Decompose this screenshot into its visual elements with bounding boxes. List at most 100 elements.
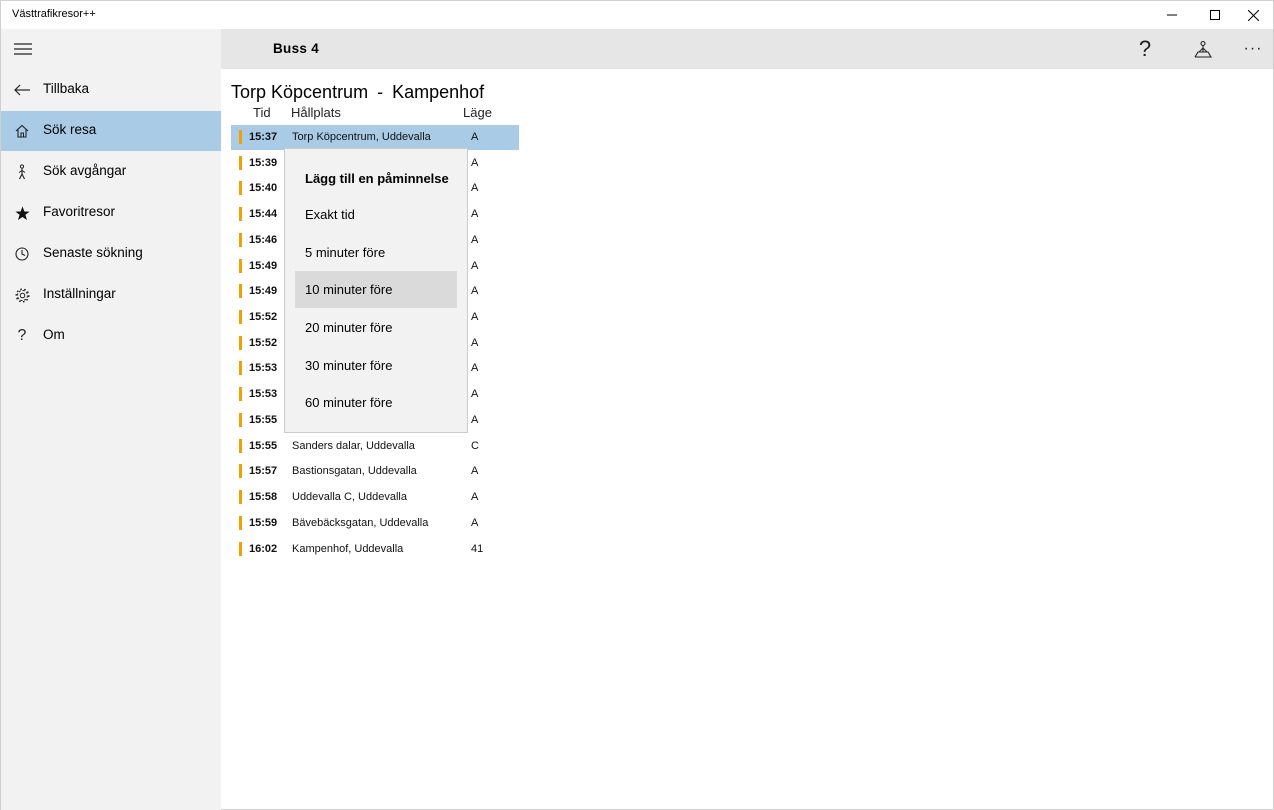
line-color-marker: [239, 130, 242, 144]
title-bar: Västtrafikresor++: [1, 1, 1273, 29]
sidebar-item-recent-search[interactable]: Senaste sökning: [1, 234, 221, 274]
app-window: Västtrafikresor++ Tillbaka Sök resa Sök …: [0, 0, 1274, 810]
sidebar-item-favorites[interactable]: Favoritresor: [1, 193, 221, 233]
row-time: 15:40: [249, 182, 278, 194]
table-row[interactable]: 16:02 Kampenhof, Uddevalla 41: [231, 537, 519, 562]
table-row[interactable]: 15:37 Torp Köpcentrum, Uddevalla A: [231, 125, 519, 150]
more-options-button[interactable]: ···: [1231, 29, 1274, 69]
row-position: A: [471, 285, 479, 297]
minimize-button[interactable]: [1149, 1, 1195, 29]
sidebar: Tillbaka Sök resa Sök avgångar Favoritre…: [1, 29, 221, 810]
row-position: A: [471, 337, 479, 349]
row-time: 15:58: [249, 491, 278, 503]
row-time: 15:37: [249, 131, 278, 143]
hamburger-menu-button[interactable]: [1, 29, 45, 69]
row-time: 15:46: [249, 234, 278, 246]
line-color-marker: [239, 259, 242, 273]
map-button[interactable]: [1181, 29, 1225, 69]
column-header-time: Tid: [253, 105, 271, 120]
row-position: A: [471, 157, 479, 169]
column-header-position: Läge: [463, 105, 492, 120]
row-stop: Sanders dalar, Uddevalla: [292, 440, 415, 452]
sidebar-item-label: Senaste sökning: [43, 245, 143, 260]
route-from: Torp Köpcentrum: [231, 82, 369, 102]
line-color-marker: [239, 310, 242, 324]
line-color-marker: [239, 413, 242, 427]
line-color-marker: [239, 207, 242, 221]
row-time: 15:49: [249, 260, 278, 272]
sidebar-item-label: Inställningar: [43, 286, 116, 301]
row-position: A: [471, 362, 479, 374]
row-position: A: [471, 414, 479, 426]
sidebar-item-back[interactable]: Tillbaka: [1, 70, 221, 110]
row-position: A: [471, 131, 479, 143]
row-position: A: [471, 388, 479, 400]
reminder-option-label: 60 minuter före: [305, 395, 393, 410]
row-time: 15:59: [249, 517, 278, 529]
line-color-marker: [239, 464, 242, 478]
help-button[interactable]: ?: [1123, 29, 1167, 69]
person-walking-icon: [12, 163, 32, 181]
minimize-icon: [1167, 14, 1177, 16]
clock-icon: [12, 245, 32, 263]
line-color-marker: [239, 361, 242, 375]
sidebar-item-label: Sök resa: [43, 122, 97, 137]
line-color-marker: [239, 156, 242, 170]
question-icon: ?: [1138, 36, 1152, 61]
row-time: 15:53: [249, 388, 278, 400]
line-color-marker: [239, 181, 242, 195]
reminder-option-20min[interactable]: 20 minuter före: [295, 309, 457, 346]
app-title: Västtrafikresor++: [12, 8, 96, 20]
row-stop: Bastionsgatan, Uddevalla: [292, 465, 417, 477]
page-title: Buss 4: [273, 41, 320, 56]
row-position: A: [471, 491, 479, 503]
reminder-option-exact[interactable]: Exakt tid: [295, 196, 457, 233]
reminder-option-label: 20 minuter före: [305, 320, 393, 335]
line-color-marker: [239, 490, 242, 504]
close-button[interactable]: [1230, 1, 1274, 29]
row-position: C: [471, 440, 479, 452]
row-time: 15:49: [249, 285, 278, 297]
sidebar-item-label: Om: [43, 327, 65, 342]
sidebar-item-settings[interactable]: Inställningar: [1, 275, 221, 315]
line-color-marker: [239, 336, 242, 350]
row-time: 15:55: [249, 414, 278, 426]
sidebar-item-label: Tillbaka: [43, 81, 90, 96]
home-icon: [12, 122, 32, 140]
line-color-marker: [239, 516, 242, 530]
reminder-option-label: 30 minuter före: [305, 358, 393, 373]
reminder-option-60min[interactable]: 60 minuter före: [295, 384, 457, 421]
reminder-option-30min[interactable]: 30 minuter före: [295, 347, 457, 384]
row-time: 15:44: [249, 208, 278, 220]
column-header-stop: Hållplats: [291, 105, 341, 120]
row-stop: Bävebäcksgatan, Uddevalla: [292, 517, 429, 529]
route-to: Kampenhof: [392, 82, 485, 102]
row-position: A: [471, 182, 479, 194]
maximize-icon: [1210, 10, 1220, 20]
ellipsis-icon: ···: [1243, 40, 1263, 57]
row-stop: Uddevalla C, Uddevalla: [292, 491, 407, 503]
table-row[interactable]: 15:57 Bastionsgatan, Uddevalla A: [231, 459, 519, 484]
gear-icon: [12, 286, 32, 304]
line-color-marker: [239, 439, 242, 453]
reminder-option-10min[interactable]: 10 minuter före: [295, 271, 457, 308]
back-arrow-icon: [12, 81, 32, 99]
sidebar-item-about[interactable]: ? Om: [1, 316, 221, 356]
row-position: A: [471, 208, 479, 220]
sidebar-item-search-trip[interactable]: Sök resa: [1, 111, 221, 151]
map-pin-icon: [1194, 40, 1212, 58]
table-row[interactable]: 15:59 Bävebäcksgatan, Uddevalla A: [231, 511, 519, 536]
row-time: 16:02: [249, 543, 278, 555]
page-header: Buss 4 ? ···: [221, 29, 1273, 69]
sidebar-item-search-departures[interactable]: Sök avgångar: [1, 152, 221, 192]
row-position: A: [471, 234, 479, 246]
reminder-option-label: Exakt tid: [305, 207, 355, 222]
line-color-marker: [239, 387, 242, 401]
table-row[interactable]: 15:58 Uddevalla C, Uddevalla A: [231, 485, 519, 510]
row-position: 41: [471, 543, 484, 555]
table-row[interactable]: 15:55 Sanders dalar, Uddevalla C: [231, 434, 519, 459]
row-position: A: [471, 517, 479, 529]
row-time: 15:39: [249, 157, 278, 169]
flyout-title: Lägg till en påminnelse: [305, 171, 449, 186]
reminder-option-5min[interactable]: 5 minuter före: [295, 234, 457, 271]
